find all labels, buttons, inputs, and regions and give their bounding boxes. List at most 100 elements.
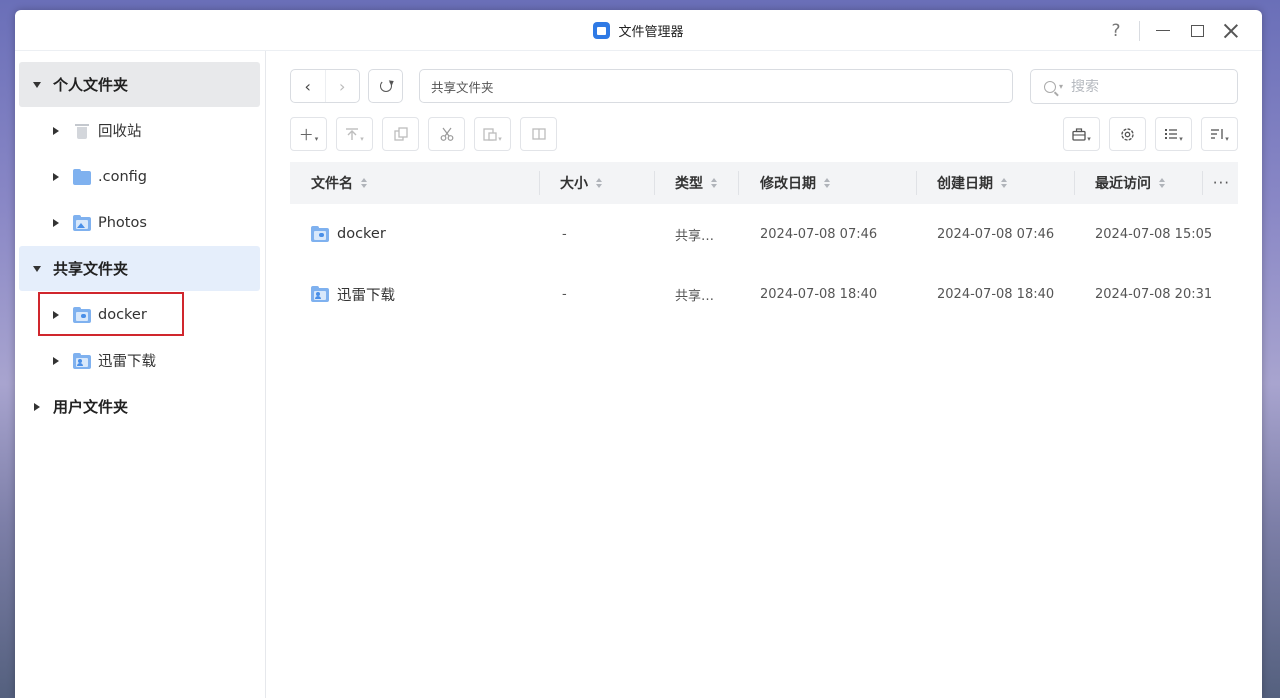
title-bar: 文件管理器 ? <box>15 10 1262 51</box>
sidebar: 个人文件夹 回收站 .config Photos 共享文件夹 docker 迅雷… <box>15 51 266 698</box>
modified-date-cell: 2024-07-08 18:40 <box>760 286 878 302</box>
modified-date-cell: 2024-07-08 07:46 <box>760 226 878 242</box>
sort-arrows-icon <box>361 178 367 188</box>
chevron-down-icon[interactable] <box>32 81 42 88</box>
accessed-date-cell: 2024-07-08 15:05 <box>1095 226 1213 242</box>
minimize-icon <box>1156 29 1170 32</box>
column-header-size[interactable]: 大小 <box>560 162 602 204</box>
sort-arrows-icon <box>1159 178 1165 188</box>
search-box[interactable]: ▾ <box>1030 69 1238 104</box>
file-name-cell: docker <box>311 204 386 264</box>
chevron-left-icon: ‹ <box>304 76 311 96</box>
sidebar-section-label: 共享文件夹 <box>53 260 129 278</box>
sidebar-item-label: docker <box>98 306 147 323</box>
copy-icon <box>393 127 408 141</box>
shared-folder-icon <box>311 286 329 302</box>
column-header-modified[interactable]: 修改日期 <box>760 162 830 204</box>
maximize-icon <box>1190 24 1204 37</box>
table-row[interactable]: 迅雷下载 - 共享… 2024-07-08 18:40 2024-07-08 1… <box>290 264 1238 324</box>
paste-button[interactable]: ▾ <box>474 117 511 151</box>
file-size-cell: - <box>562 286 567 302</box>
chevron-right-icon: › <box>339 76 346 96</box>
back-button[interactable]: ‹ <box>291 70 325 102</box>
nav-buttons: ‹ › <box>290 69 360 103</box>
chevron-down-icon[interactable] <box>32 265 42 272</box>
sidebar-item-config[interactable]: .config <box>19 154 260 199</box>
column-header-name[interactable]: 文件名 <box>311 162 367 204</box>
path-text: 共享文件夹 <box>431 79 494 95</box>
add-icon: ＋ <box>298 125 314 144</box>
forward-button[interactable]: › <box>324 70 360 102</box>
compress-icon <box>531 128 546 140</box>
search-input[interactable] <box>1071 78 1212 95</box>
sidebar-section-personal[interactable]: 个人文件夹 <box>19 62 260 107</box>
created-date-cell: 2024-07-08 18:40 <box>937 286 1055 302</box>
view-mode-icon <box>1165 129 1178 139</box>
compress-button[interactable] <box>520 117 557 151</box>
sidebar-item-label: 回收站 <box>98 124 142 140</box>
search-icon <box>1044 80 1056 93</box>
file-type-cell: 共享… <box>675 228 715 244</box>
chevron-right-icon[interactable] <box>51 356 61 365</box>
column-header-created[interactable]: 创建日期 <box>937 162 1007 204</box>
close-icon <box>1224 24 1238 38</box>
sidebar-item-xunlei[interactable]: 迅雷下载 <box>19 338 260 383</box>
sidebar-item-label: Photos <box>98 214 147 231</box>
sidebar-section-label: 用户文件夹 <box>53 398 129 416</box>
accessed-date-cell: 2024-07-08 20:31 <box>1095 286 1213 302</box>
file-manager-window: 文件管理器 ? 个人文件夹 回收站 .config Photos 共享文件夹 d… <box>15 10 1262 698</box>
chevron-right-icon[interactable] <box>51 126 61 135</box>
toolbox-button[interactable]: ▾ <box>1063 117 1100 151</box>
sort-arrows-icon <box>711 178 717 188</box>
maximize-button[interactable] <box>1180 16 1214 46</box>
sidebar-section-user[interactable]: 用户文件夹 <box>19 384 260 429</box>
table-header: 文件名 大小 类型 修改日期 创建日期 最近访问 ··· <box>290 162 1238 204</box>
chevron-right-icon[interactable] <box>51 172 61 181</box>
help-button[interactable]: ? <box>1099 16 1133 46</box>
table-row[interactable]: docker - 共享… 2024-07-08 07:46 2024-07-08… <box>290 204 1238 264</box>
settings-icon <box>1121 127 1134 141</box>
close-button[interactable] <box>1214 16 1248 46</box>
chevron-right-icon[interactable] <box>32 402 42 411</box>
refresh-icon <box>379 80 392 92</box>
window-controls: ? <box>1099 10 1248 51</box>
sidebar-item-recycle-bin[interactable]: 回收站 <box>19 108 260 153</box>
main-panel: ‹ › 共享文件夹 ▾ ＋▾ ▾ ▾ <box>267 51 1262 698</box>
file-size-cell: - <box>562 226 567 242</box>
upload-button[interactable]: ▾ <box>336 117 373 151</box>
divider <box>539 171 540 195</box>
file-name-cell: 迅雷下载 <box>311 264 395 324</box>
divider <box>1139 20 1140 41</box>
chevron-right-icon[interactable] <box>51 218 61 227</box>
view-mode-button[interactable]: ▾ <box>1155 117 1192 151</box>
settings-button[interactable] <box>1109 117 1146 151</box>
copy-button[interactable] <box>382 117 419 151</box>
sort-arrows-icon <box>1001 178 1007 188</box>
sort-button[interactable]: ▾ <box>1201 117 1238 151</box>
sidebar-item-label: 迅雷下载 <box>98 354 156 370</box>
sidebar-item-photos[interactable]: Photos <box>19 200 260 245</box>
path-input[interactable]: 共享文件夹 <box>419 69 1013 103</box>
cut-button[interactable] <box>428 117 465 151</box>
column-header-type[interactable]: 类型 <box>675 162 717 204</box>
divider <box>1074 171 1075 195</box>
created-date-cell: 2024-07-08 07:46 <box>937 226 1055 242</box>
window-title: 文件管理器 <box>618 24 684 40</box>
chevron-right-icon[interactable] <box>51 310 61 319</box>
sidebar-section-shared[interactable]: 共享文件夹 <box>19 246 260 291</box>
divider <box>654 171 655 195</box>
more-columns-icon[interactable]: ··· <box>1213 162 1230 204</box>
refresh-button[interactable] <box>368 69 403 103</box>
file-table: 文件名 大小 类型 修改日期 创建日期 最近访问 ··· docker - 共享… <box>290 162 1238 324</box>
shared-folder-icon <box>73 352 91 369</box>
divider <box>738 171 739 195</box>
minimize-button[interactable] <box>1146 16 1180 46</box>
trash-icon <box>73 123 91 139</box>
toolbox-icon <box>1072 127 1086 141</box>
column-header-accessed[interactable]: 最近访问 <box>1095 162 1165 204</box>
sort-icon <box>1211 129 1223 139</box>
add-button[interactable]: ＋ ▾ <box>290 117 327 151</box>
sidebar-item-docker[interactable]: docker <box>19 292 260 337</box>
upload-icon <box>346 128 359 140</box>
chevron-down-icon: ▾ <box>1059 82 1064 91</box>
